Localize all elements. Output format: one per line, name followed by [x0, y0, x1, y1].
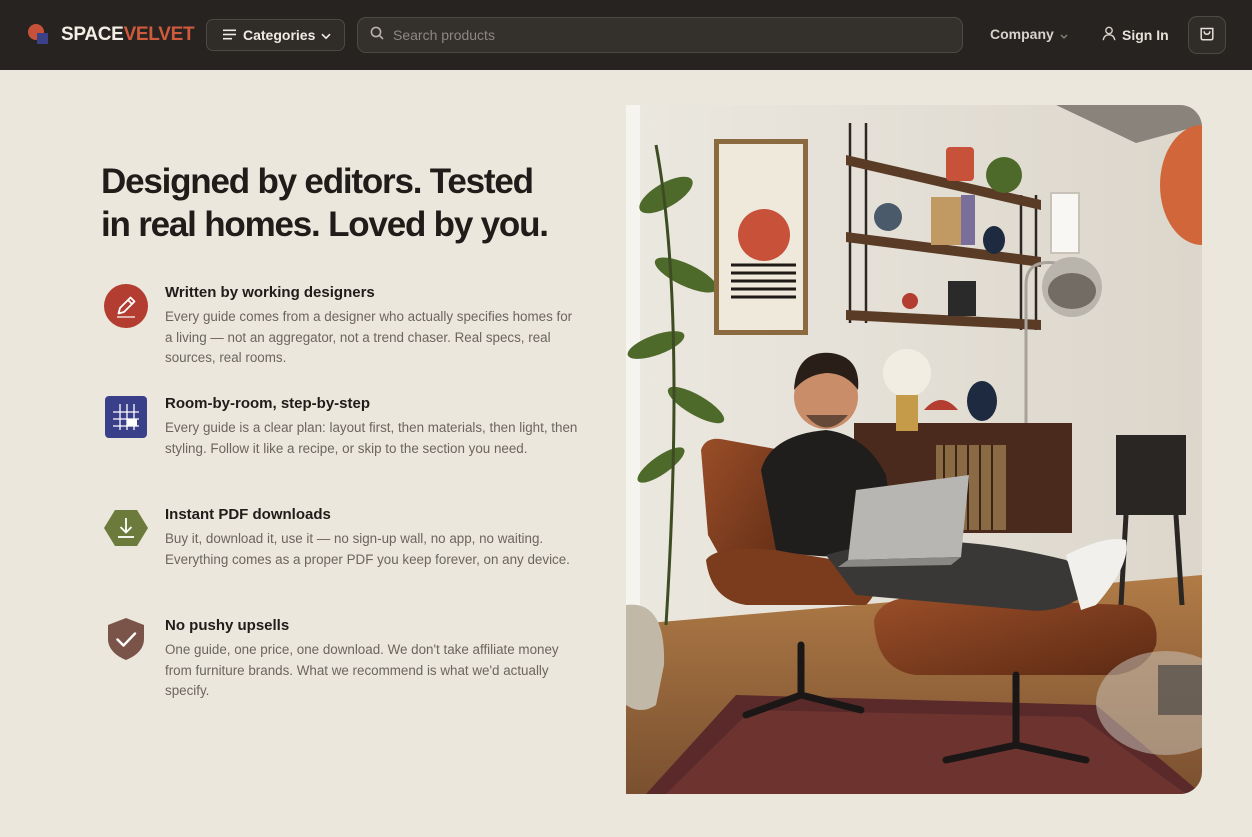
chevron-down-icon: [321, 27, 331, 43]
shield-check-icon: [104, 617, 148, 661]
feature-description: One guide, one price, one download. We d…: [165, 642, 559, 699]
top-nav: SPACEVELVET Categories Company Sign In: [0, 0, 1252, 70]
search-bar: [357, 17, 963, 53]
shopping-bag-icon: [1199, 24, 1215, 46]
brand-logo[interactable]: SPACEVELVET: [27, 22, 195, 48]
grid-icon: [104, 395, 148, 439]
feature-title: Instant PDF downloads: [165, 506, 331, 523]
hero-headline-line2: in real homes. Loved by you.: [101, 205, 549, 244]
chevron-down-icon: [1060, 26, 1068, 42]
company-menu[interactable]: Company: [990, 26, 1068, 42]
feature-title: No pushy upsells: [165, 617, 290, 634]
feature-title: Room-by-room, step-by-step: [165, 395, 371, 412]
categories-label: Categories: [243, 27, 316, 43]
company-label: Company: [990, 26, 1054, 42]
feature-description: Every guide is a clear plan: layout firs…: [165, 420, 578, 456]
feature-description: Every guide comes from a designer who ac…: [165, 309, 573, 366]
hero-headline-line1: Designed by editors. Tested: [101, 162, 534, 201]
search-input[interactable]: [393, 20, 962, 50]
hero-image: [626, 105, 1202, 794]
menu-icon: [223, 27, 236, 43]
categories-button[interactable]: Categories: [206, 19, 345, 51]
cart-button[interactable]: [1188, 16, 1226, 54]
feature-title: Written by working designers: [165, 284, 375, 301]
sign-in-label: Sign In: [1122, 27, 1169, 43]
feature-description: Buy it, download it, use it — no sign-up…: [165, 531, 570, 567]
user-icon: [1102, 26, 1116, 44]
sign-in-link[interactable]: Sign In: [1102, 26, 1169, 44]
search-icon: [370, 26, 384, 45]
download-icon: [104, 506, 148, 550]
logo-mark-icon: [27, 23, 51, 47]
pencil-icon: [104, 284, 148, 328]
brand-name: SPACEVELVET: [61, 24, 195, 45]
hero-headline: Designed by editors. Tested in real home…: [101, 160, 581, 246]
